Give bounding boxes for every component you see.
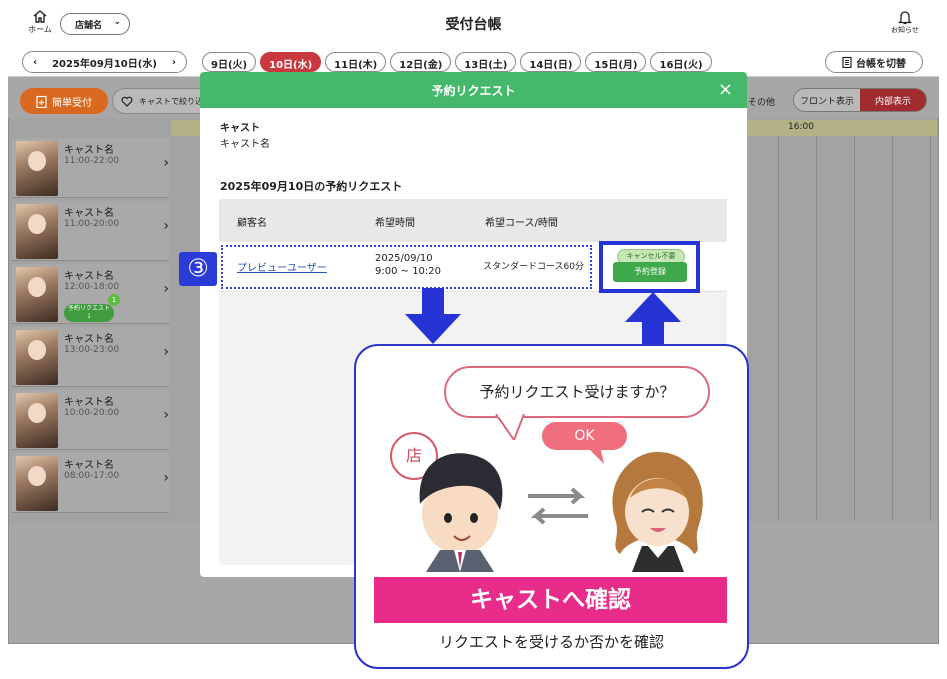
bell-icon [898, 11, 912, 25]
page-title: 受付台帳 [445, 17, 502, 33]
cast-hours: 11:00-20:00 [64, 219, 120, 229]
cast-label: キャスト [220, 123, 260, 134]
time-label: 16:00 [788, 122, 814, 132]
top-header: ホーム 店舗名 ⌄ 受付台帳 お知らせ [8, 3, 939, 47]
step-number-badge: ③ [179, 252, 217, 286]
request-badge-label: 予約リクエスト [67, 305, 110, 312]
cast-row[interactable]: キャスト名 11:00-20:00 › [12, 201, 169, 261]
modal-title: 予約リクエスト [431, 83, 516, 98]
internal-view-tab[interactable]: 内部表示 [860, 89, 926, 111]
view-toggle: フロント表示 内部表示 [793, 88, 927, 112]
day-tab[interactable]: 16日(火) [650, 52, 712, 72]
confirmation-callout: 予約リクエスト受けますか？ OK 店 キャストへ確認 リクエストを受けるか否かを… [354, 344, 749, 669]
day-tab[interactable]: 15日(月) [585, 52, 647, 72]
table-header: 顧客名 希望時間 希望コース/時間 [219, 199, 727, 242]
heart-icon [121, 96, 133, 107]
chevron-right-icon[interactable]: › [163, 470, 169, 486]
cast-hours: 10:00-20:00 [64, 408, 120, 418]
day-tab[interactable]: 12日(金) [390, 52, 452, 72]
cast-row[interactable]: キャスト名 10:00-20:00 › [12, 390, 169, 450]
cast-hours: 08:00-17:00 [64, 471, 120, 481]
chevron-right-icon[interactable]: › [163, 155, 169, 171]
cast-name: キャスト名 [64, 460, 114, 471]
date-selector[interactable]: ‹ 2025年09月10日(水) › [22, 51, 187, 73]
column-header-customer: 顧客名 [237, 218, 267, 229]
clipboard-plus-icon [36, 95, 47, 108]
request-section-title: 2025年09月10日の予約リクエスト [220, 180, 403, 193]
day-tabs: 9日(火) 10日(水) 11日(木) 12日(金) 13日(土) 14日(日)… [202, 52, 712, 72]
speech-bubble-question: 予約リクエスト受けますか？ [444, 366, 710, 418]
reservation-request-badge[interactable]: 予約リクエスト 1 [64, 304, 114, 322]
current-date: 2025年09月10日(水) [52, 58, 157, 70]
cast-name: キャスト名 [64, 397, 114, 408]
cast-name: キャスト名 [64, 208, 114, 219]
front-view-tab[interactable]: フロント表示 [794, 89, 860, 111]
clipboard-icon [842, 56, 852, 68]
cast-hours: 13:00-23:00 [64, 345, 120, 355]
request-badge-sub: 1 [87, 313, 91, 320]
cast-list: キャスト名 11:00-22:00 › キャスト名 11:00-20:00 › … [12, 138, 169, 516]
ledger-switch-button[interactable]: 台帳を切替 [825, 51, 923, 73]
chevron-right-icon[interactable]: › [163, 218, 169, 234]
day-tab[interactable]: 9日(火) [202, 52, 257, 72]
day-tab-active[interactable]: 10日(水) [260, 52, 322, 72]
staff-man-illustration [419, 453, 503, 572]
register-action: キャンセル不要 予約登録 [613, 249, 687, 285]
next-date-icon[interactable]: › [172, 57, 176, 68]
arrow-up-icon [625, 292, 681, 348]
exchange-arrows-icon [528, 487, 588, 525]
cast-name: キャスト名 [64, 271, 114, 282]
cast-row[interactable]: キャスト名 08:00-17:00 › [12, 453, 169, 513]
cast-photo [16, 204, 58, 259]
cast-photo [16, 393, 58, 448]
cast-hours: 11:00-22:00 [64, 156, 120, 166]
notification-button[interactable]: お知らせ [887, 10, 923, 35]
cast-value: キャスト名 [220, 139, 270, 150]
ledger-switch-label: 台帳を切替 [856, 58, 906, 70]
cast-photo [16, 141, 58, 196]
column-header-time: 希望時間 [375, 218, 415, 229]
day-tab[interactable]: 13日(土) [455, 52, 517, 72]
chevron-right-icon[interactable]: › [163, 281, 169, 297]
confirm-caption: リクエストを受けるか否かを確認 [438, 633, 664, 651]
column-header-course: 希望コース/時間 [485, 218, 558, 229]
cast-photo [16, 330, 58, 385]
row-highlight-dotted [221, 245, 592, 289]
other-menu[interactable]: その他 [748, 95, 775, 108]
chevron-right-icon[interactable]: › [163, 344, 169, 360]
prev-date-icon[interactable]: ‹ [33, 57, 37, 68]
cast-hours: 12:00-18:00 [64, 282, 120, 292]
cast-row[interactable]: キャスト名 11:00-22:00 › [12, 138, 169, 198]
day-tab[interactable]: 14日(日) [520, 52, 582, 72]
modal-header: 予約リクエスト × [200, 72, 747, 108]
cast-name: キャスト名 [64, 334, 114, 345]
arrow-down-icon [405, 288, 461, 344]
request-count-badge: 1 [108, 294, 120, 306]
confirm-cast-banner: キャストへ確認 [374, 577, 727, 623]
cast-row[interactable]: キャスト名 13:00-23:00 › [12, 327, 169, 387]
cast-row[interactable]: キャスト名 12:00-18:00 › 予約リクエスト 1 1 [12, 264, 169, 324]
chevron-right-icon[interactable]: › [163, 407, 169, 423]
notify-label: お知らせ [891, 26, 919, 34]
cast-photo [16, 267, 58, 322]
close-icon[interactable]: × [718, 79, 733, 100]
quick-reception-button[interactable]: 簡単受付 [20, 88, 108, 114]
cast-name: キャスト名 [64, 145, 114, 156]
day-tab[interactable]: 11日(木) [325, 52, 387, 72]
cast-photo [16, 456, 58, 511]
cast-woman-illustration [612, 451, 703, 572]
register-reservation-button[interactable]: 予約登録 [613, 262, 687, 282]
quick-reception-label: 簡単受付 [52, 97, 92, 109]
